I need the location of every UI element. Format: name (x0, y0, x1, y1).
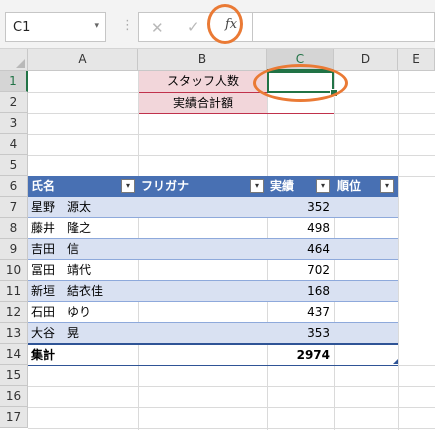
select-all-button[interactable] (0, 49, 28, 71)
gridline (28, 134, 435, 135)
row-header-12[interactable]: 12 (0, 302, 28, 323)
table-row-divider (28, 301, 398, 302)
row-header-3[interactable]: 3 (0, 113, 28, 134)
row-header-7[interactable]: 7 (0, 197, 28, 218)
table-header-rank[interactable]: 順位 ▾ (334, 176, 398, 197)
table-cell-kana[interactable] (138, 323, 267, 344)
row-header-9[interactable]: 9 (0, 239, 28, 260)
table-cell-rank[interactable] (334, 218, 398, 239)
gridline (28, 428, 435, 429)
row-header-15[interactable]: 15 (0, 365, 28, 386)
label-divider (139, 92, 267, 93)
table-header-sales[interactable]: 実績 ▾ (267, 176, 334, 197)
table-cell-kana[interactable] (138, 281, 267, 302)
table-total-empty[interactable] (138, 345, 267, 366)
gridline (28, 386, 435, 387)
row-header-4[interactable]: 4 (0, 134, 28, 155)
column-header-b[interactable]: B (138, 49, 267, 71)
table-cell-rank[interactable] (334, 281, 398, 302)
table-total-label[interactable]: 集計 (28, 345, 138, 366)
row-header-14[interactable]: 14 (0, 344, 28, 365)
table-cell-rank[interactable] (334, 260, 398, 281)
gridline (28, 155, 435, 156)
table-row-divider (28, 259, 398, 260)
table-header-name[interactable]: 氏名 ▾ (28, 176, 138, 197)
table-header-label: 順位 (337, 179, 362, 193)
table-cell-name[interactable]: 新垣 結衣佳 (28, 281, 138, 302)
formula-input[interactable] (253, 12, 435, 42)
table-header-kana[interactable]: フリガナ ▾ (138, 176, 267, 197)
filter-dropdown-icon[interactable]: ▾ (380, 179, 394, 193)
table-cell-kana[interactable] (138, 218, 267, 239)
table-cell-name[interactable]: 吉田 信 (28, 239, 138, 260)
table-cell-kana[interactable] (138, 197, 267, 218)
table-total-value[interactable]: 2974 (267, 345, 334, 366)
table-row-divider (28, 322, 398, 323)
row-header-17[interactable]: 17 (0, 407, 28, 428)
table-cell-name[interactable]: 藤井 隆之 (28, 218, 138, 239)
column-header-a[interactable]: A (28, 49, 138, 71)
table-cell-kana[interactable] (138, 260, 267, 281)
table-cell-sales[interactable]: 168 (267, 281, 334, 302)
name-box[interactable]: C1 ▾ (5, 12, 106, 42)
row-header-1[interactable]: 1 (0, 71, 28, 92)
table-cell-sales[interactable]: 498 (267, 218, 334, 239)
table-header-label: 氏名 (31, 179, 56, 193)
table-cell-rank[interactable] (334, 302, 398, 323)
gridline (28, 407, 435, 408)
row-header-16[interactable]: 16 (0, 386, 28, 407)
table-cell-kana[interactable] (138, 302, 267, 323)
table-row-divider (28, 238, 398, 239)
table-total-rank[interactable] (334, 345, 398, 366)
filter-dropdown-icon[interactable]: ▾ (250, 179, 264, 193)
table-cell-rank[interactable] (334, 197, 398, 218)
table-header-label: フリガナ (141, 179, 190, 193)
label-total-sales[interactable]: 実績合計額 (139, 93, 267, 113)
table-cell-sales[interactable]: 464 (267, 239, 334, 260)
c1-highlight-circle (253, 64, 348, 102)
label-staff-count[interactable]: スタッフ人数 (139, 71, 267, 92)
table-cell-sales[interactable]: 352 (267, 197, 334, 218)
check-icon[interactable]: ✓ (187, 18, 200, 36)
row-header-5[interactable]: 5 (0, 155, 28, 176)
row-header-10[interactable]: 10 (0, 260, 28, 281)
table-row-divider (28, 217, 398, 218)
table-cell-name[interactable]: 大谷 晃 (28, 323, 138, 344)
fx-highlight-circle (207, 4, 243, 44)
total-bottom-border (28, 365, 398, 366)
table-cell-sales[interactable]: 353 (267, 323, 334, 344)
column-header-e[interactable]: E (398, 49, 435, 71)
filter-dropdown-icon[interactable]: ▾ (316, 179, 330, 193)
table-cell-rank[interactable] (334, 323, 398, 344)
name-box-value: C1 (13, 20, 31, 35)
gridline (398, 71, 399, 430)
table-cell-sales[interactable]: 437 (267, 302, 334, 323)
table-cell-name[interactable]: 星野 源太 (28, 197, 138, 218)
select-all-triangle-icon (16, 59, 25, 68)
row-header-11[interactable]: 11 (0, 281, 28, 302)
row-header-2[interactable]: 2 (0, 92, 28, 113)
row-header-8[interactable]: 8 (0, 218, 28, 239)
cancel-icon[interactable]: ✕ (151, 19, 164, 37)
chevron-down-icon[interactable]: ▾ (94, 21, 99, 31)
total-top-border (28, 343, 398, 345)
table-cell-rank[interactable] (334, 239, 398, 260)
label-underline (139, 113, 334, 114)
table-cell-kana[interactable] (138, 239, 267, 260)
table-cell-name[interactable]: 冨田 靖代 (28, 260, 138, 281)
table-cell-name[interactable]: 石田 ゆり (28, 302, 138, 323)
table-header-label: 実績 (270, 179, 295, 193)
row-header-13[interactable]: 13 (0, 323, 28, 344)
table-cell-sales[interactable]: 702 (267, 260, 334, 281)
drag-handle-icon[interactable]: ⋮ (121, 18, 134, 33)
column-header-d[interactable]: D (334, 49, 398, 71)
table-resize-handle-icon[interactable] (393, 359, 398, 364)
row-header-6[interactable]: 6 (0, 176, 28, 197)
table-row-divider (28, 280, 398, 281)
filter-dropdown-icon[interactable]: ▾ (121, 179, 135, 193)
